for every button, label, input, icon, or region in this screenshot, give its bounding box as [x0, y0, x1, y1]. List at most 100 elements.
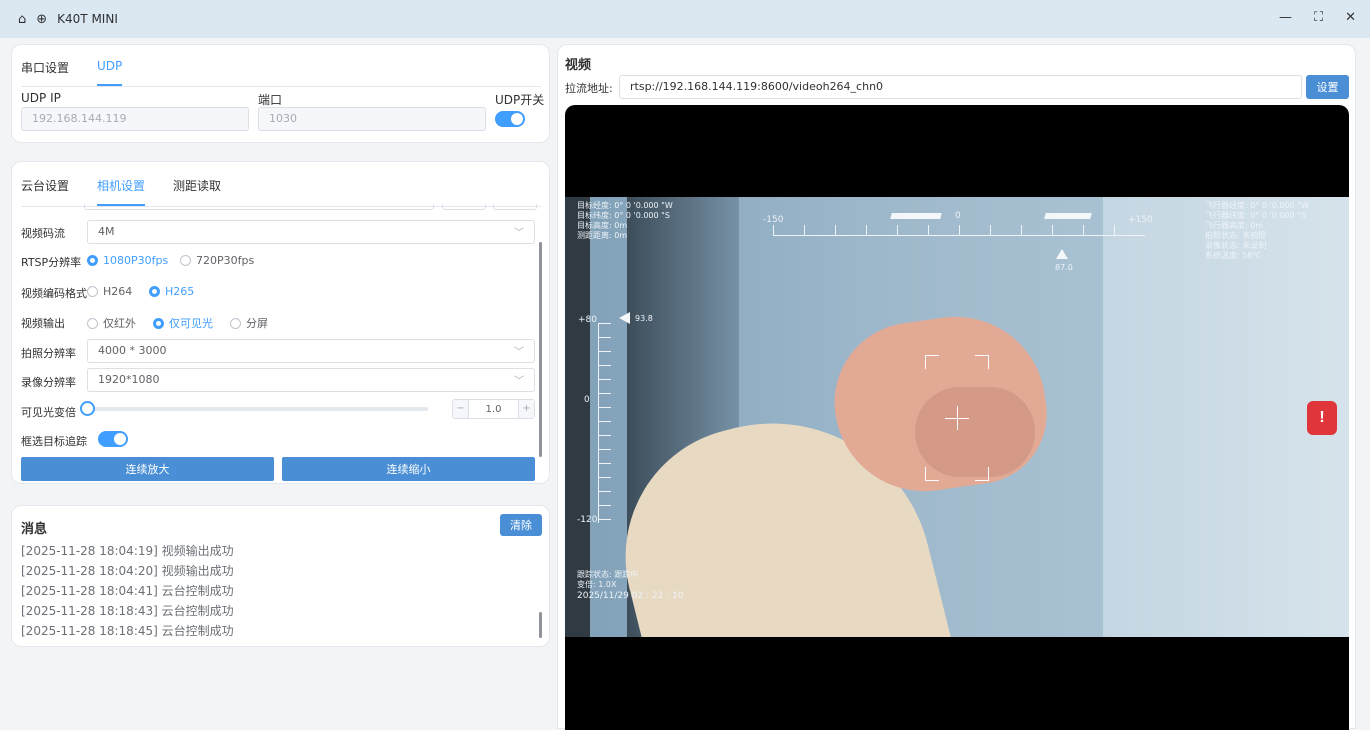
hud-zoom: 变倍: 1.0X: [577, 580, 617, 589]
camera-panel: 云台设置 相机设置 测距读取 视频码流 4M ﹀ RTSP分辨率 1080P30f…: [11, 161, 550, 484]
hud-fly-alt: 飞行器高度: 0m: [1205, 221, 1264, 230]
output-ir-radio[interactable]: 仅红外: [87, 315, 136, 331]
list-item: [2025-11-28 18:04:20] 视频输出成功: [21, 564, 234, 578]
zoom-slider-track[interactable]: [88, 407, 428, 411]
scrollbar[interactable]: [539, 242, 542, 457]
radio-label: 仅红外: [103, 317, 136, 330]
tab-camera[interactable]: 相机设置: [97, 177, 146, 206]
clipped-row: [84, 204, 434, 210]
tab-serial[interactable]: 串口设置: [21, 59, 69, 86]
codec-label: 视频编码格式: [21, 287, 87, 300]
record-res-select[interactable]: 1920*1080 ﹀: [87, 368, 535, 392]
chevron-down-icon: ﹀: [514, 376, 524, 387]
hud-pitch-value: 93.8: [635, 314, 653, 323]
tab-udp[interactable]: UDP: [97, 59, 123, 86]
zoom-stepper: − 1.0 +: [452, 399, 535, 419]
output-visible-radio[interactable]: 仅可见光: [153, 315, 213, 331]
udp-switch[interactable]: [495, 111, 525, 127]
hud-heading-min: -150: [763, 215, 784, 225]
record-res-value: 1920*1080: [98, 373, 160, 386]
zoom-value-input[interactable]: 1.0: [469, 404, 518, 415]
radio-label: H265: [165, 285, 195, 298]
udp-ip-label: UDP IP: [21, 91, 61, 105]
crosshair-icon: [957, 406, 958, 430]
url-label: 拉流地址:: [565, 82, 613, 95]
codec-h264-radio[interactable]: H264: [87, 285, 132, 298]
list-item: [2025-11-28 18:04:19] 视频输出成功: [21, 544, 234, 558]
minimize-icon[interactable]: —: [1279, 10, 1292, 25]
home-icon[interactable]: ⌂: [18, 12, 26, 27]
alert-icon[interactable]: !: [1307, 401, 1337, 435]
photo-res-select[interactable]: 4000 * 3000 ﹀: [87, 339, 535, 363]
rtsp-1080p-radio[interactable]: 1080P30fps: [87, 254, 168, 267]
udp-ip-input[interactable]: 192.168.144.119: [21, 107, 249, 131]
video-panel: 视频 拉流地址: rtsp://192.168.144.119:8600/vid…: [557, 44, 1356, 730]
clipped-row: [493, 204, 537, 210]
radio-label: 仅可见光: [169, 317, 213, 330]
hud-photo-state: 拍照状态: 未拍照: [1205, 231, 1267, 240]
rtsp-720p-radio[interactable]: 720P30fps: [180, 254, 254, 267]
port-input[interactable]: 1030: [258, 107, 486, 131]
heading-bar-left: [890, 213, 942, 219]
photo-res-value: 4000 * 3000: [98, 344, 167, 357]
radio-label: 1080P30fps: [103, 254, 169, 267]
hud-fly-lat: 飞行器纬度: 0° 0 '0.000 "S: [1205, 211, 1306, 220]
globe-icon: ⊕: [36, 11, 48, 27]
radio-label: 720P30fps: [196, 254, 255, 267]
heading-scale: [773, 235, 1145, 236]
pitch-ticks: [599, 323, 611, 523]
udp-switch-label: UDP开关: [495, 93, 545, 107]
photo-res-label: 拍照分辨率: [21, 347, 76, 360]
hud-heading-zero: 0: [955, 211, 961, 221]
hud-heading-max: +150: [1128, 215, 1153, 225]
hud-target-lat: 目标纬度: 0° 0 '0.000 "S: [577, 211, 670, 220]
messages-list: [2025-11-28 18:04:19] 视频输出成功 [2025-11-28…: [12, 506, 532, 646]
zoom-slider-handle[interactable]: [80, 401, 95, 416]
bitrate-label: 视频码流: [21, 227, 65, 240]
zoom-in-button[interactable]: 连续放大: [21, 457, 274, 481]
rtsp-label: RTSP分辨率: [21, 256, 82, 269]
chevron-down-icon: ﹀: [514, 228, 524, 239]
radio-label: 分屏: [246, 317, 268, 330]
zoom-minus-button[interactable]: −: [453, 400, 469, 418]
video-frame[interactable]: 目标经度: 0° 0 '0.000 "W 目标纬度: 0° 0 '0.000 "…: [565, 105, 1349, 730]
output-label: 视频输出: [21, 317, 65, 330]
zoom-out-button[interactable]: 连续缩小: [282, 457, 535, 481]
hud-pitch-top: +80: [578, 315, 597, 325]
pitch-marker-icon: [619, 312, 630, 324]
codec-h265-radio[interactable]: H265: [149, 285, 194, 298]
hud-range: 测距距离: 0m: [577, 231, 628, 240]
close-icon[interactable]: ✕: [1345, 10, 1356, 25]
list-item: [2025-11-28 18:18:45] 云台控制成功: [21, 624, 234, 638]
clipped-row: [442, 204, 486, 210]
heading-bar-right: [1044, 213, 1092, 219]
set-url-button[interactable]: 设置: [1306, 75, 1349, 99]
track-switch[interactable]: [98, 431, 128, 447]
zoom-label: 可见光变倍: [21, 406, 76, 419]
hud-target-alt: 目标高度: 0m: [577, 221, 628, 230]
port-label: 端口: [258, 93, 283, 107]
hud-record-state: 录像状态: 未录制: [1205, 241, 1267, 250]
bitrate-value: 4M: [98, 225, 115, 238]
zoom-plus-button[interactable]: +: [518, 400, 534, 418]
stream-url-input[interactable]: rtsp://192.168.144.119:8600/videoh264_ch…: [619, 75, 1302, 99]
messages-scrollbar[interactable]: [539, 612, 542, 638]
hud-heading-value: 87.0: [1055, 263, 1073, 272]
udp-panel: 串口设置 UDP UDP IP 192.168.144.119 端口 1030 …: [11, 44, 550, 143]
hud-datetime: 2025/11/29 02 : 22 : 10: [577, 591, 684, 601]
track-label: 框选目标追踪: [21, 435, 87, 448]
bitrate-select[interactable]: 4M ﹀: [87, 220, 535, 244]
hud-sys-temp: 系统温度: 58℃: [1205, 251, 1262, 260]
hud-pitch-zero: 0: [584, 395, 590, 405]
hud-track-state: 跟踪状态: 跟踪中: [577, 570, 639, 579]
chevron-down-icon: ﹀: [514, 347, 524, 358]
radio-label: H264: [103, 285, 133, 298]
heading-marker-icon: [1056, 249, 1068, 259]
title-bar: ⌂ ⊕ K40T MINI — ⛶ ✕: [0, 0, 1370, 38]
tab-ranging[interactable]: 测距读取: [173, 177, 221, 206]
maximize-icon[interactable]: ⛶: [1314, 10, 1323, 25]
list-item: [2025-11-28 18:04:41] 云台控制成功: [21, 584, 234, 598]
output-split-radio[interactable]: 分屏: [230, 315, 268, 331]
video-title: 视频: [565, 58, 592, 73]
tab-gimbal[interactable]: 云台设置: [21, 177, 69, 206]
